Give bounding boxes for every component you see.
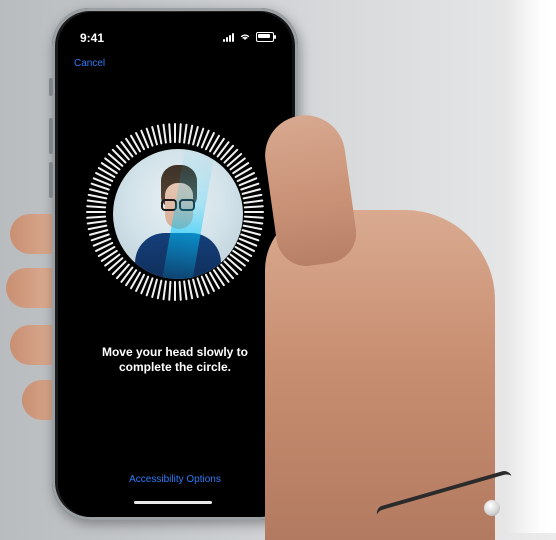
instruction-line-1: Move your head slowly to <box>101 345 249 359</box>
battery-icon <box>256 32 276 42</box>
instruction-line-2: complete the circle. <box>118 360 232 374</box>
status-time: 9:41 <box>80 31 105 45</box>
volume-down-button <box>49 162 53 198</box>
face-id-screen: 9:41 Cancel Move your head slowly to com… <box>58 12 292 517</box>
volume-up-button <box>49 118 53 154</box>
status-icons <box>223 32 276 42</box>
instruction-text: Move your head slowly to complete the ci… <box>58 345 292 375</box>
bracelet-bead <box>484 500 500 516</box>
cancel-button[interactable]: Cancel <box>74 58 105 69</box>
home-indicator[interactable] <box>134 501 212 504</box>
background-wall <box>506 0 556 533</box>
signal-bars-icon <box>223 32 234 42</box>
silent-switch <box>49 78 53 96</box>
accessibility-options-link[interactable]: Accessibility Options <box>58 474 292 485</box>
face-preview <box>113 149 243 279</box>
face-id-ring <box>80 117 270 307</box>
wifi-icon <box>240 34 250 40</box>
